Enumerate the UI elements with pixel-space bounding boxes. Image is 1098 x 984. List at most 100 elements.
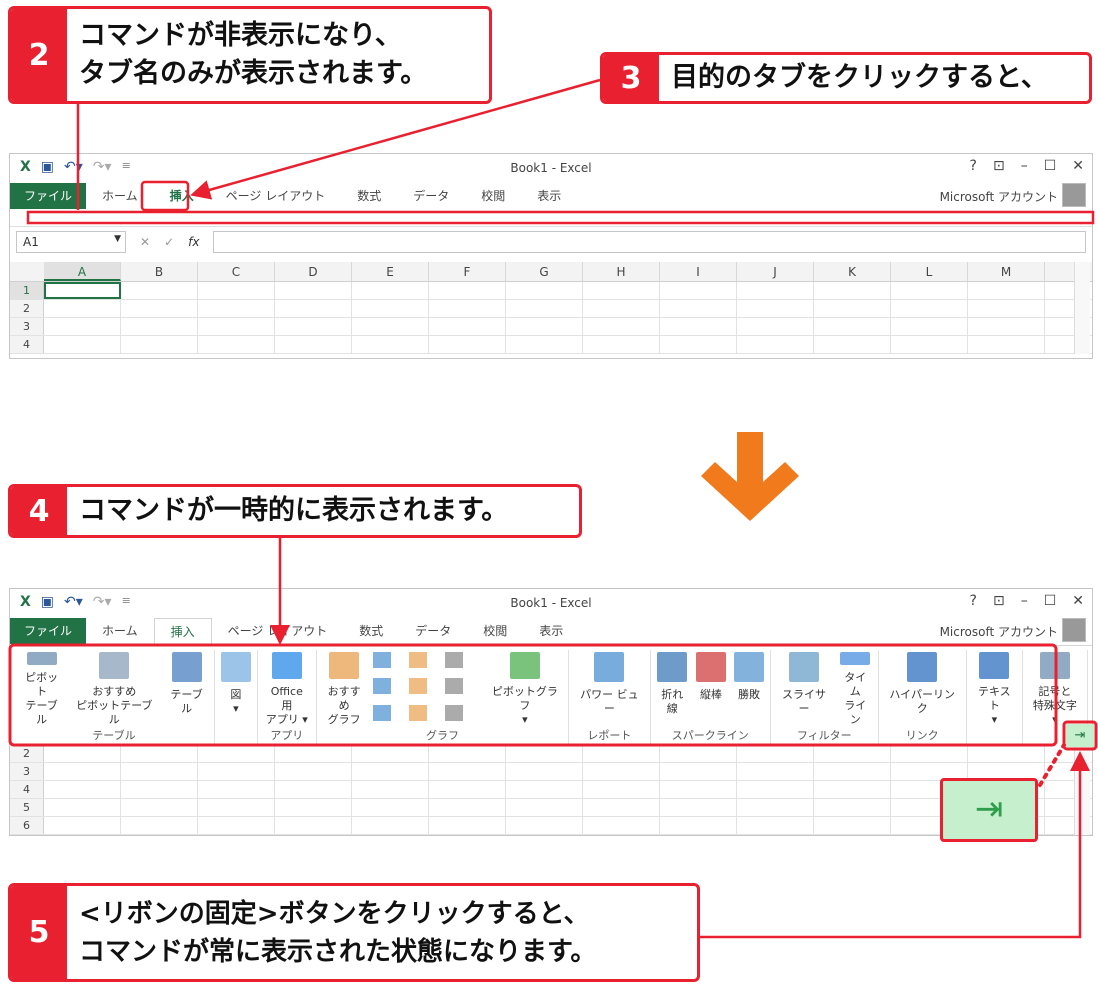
cell[interactable] [814,282,891,299]
cell[interactable] [352,318,429,335]
cell[interactable] [583,763,660,780]
tab-insert[interactable]: 挿入 [153,618,212,644]
cell[interactable] [814,817,891,834]
cell[interactable] [275,799,352,816]
column-header[interactable]: J [737,262,814,281]
ribbon-button[interactable]: おすすめ グラフ [319,650,370,727]
column-header[interactable]: H [583,262,660,281]
cell[interactable] [660,318,737,335]
column-header[interactable]: D [275,262,352,281]
tab-data[interactable]: データ [397,183,465,209]
cell[interactable] [275,817,352,834]
cell[interactable] [814,300,891,317]
tab-home[interactable]: ホーム [86,183,154,209]
column-header[interactable]: M [968,262,1045,281]
column-header[interactable]: A [44,262,121,281]
cell[interactable] [121,817,198,834]
cell[interactable] [506,300,583,317]
cell[interactable] [737,817,814,834]
help-icon[interactable]: ? [970,593,977,609]
tab-insert[interactable]: 挿入 [154,183,210,209]
cell[interactable] [198,336,275,353]
cell[interactable] [968,336,1045,353]
cell[interactable] [429,781,506,798]
cell[interactable] [44,745,121,762]
cell[interactable] [814,336,891,353]
cell[interactable] [121,336,198,353]
ribbon-button[interactable]: タイム ライン [835,650,875,727]
tab-formulas[interactable]: 数式 [341,183,397,209]
cell[interactable] [275,763,352,780]
column-header[interactable]: K [814,262,891,281]
cell[interactable] [275,282,352,299]
cell[interactable] [891,282,968,299]
close-icon[interactable]: ✕ [1072,593,1084,609]
cell[interactable] [198,300,275,317]
account-button[interactable]: Microsoft アカウント [940,623,1058,640]
ribbon-display-icon[interactable]: ⊡ [993,593,1005,609]
cell[interactable] [506,336,583,353]
avatar[interactable] [1062,183,1086,207]
cell[interactable] [583,282,660,299]
cell[interactable] [121,763,198,780]
cell[interactable] [814,799,891,816]
account-button[interactable]: Microsoft アカウント [940,188,1058,205]
cell[interactable] [968,282,1045,299]
cell[interactable] [44,318,121,335]
cell[interactable] [891,745,968,762]
cell[interactable] [891,300,968,317]
ribbon-button[interactable]: 縦棒 [692,650,730,727]
cell[interactable] [429,763,506,780]
cell[interactable] [352,745,429,762]
cell[interactable] [583,799,660,816]
cell[interactable] [121,781,198,798]
row-header[interactable]: 3 [10,763,44,780]
cell[interactable] [583,745,660,762]
tab-view[interactable]: 表示 [523,618,579,644]
cell[interactable] [737,799,814,816]
cell[interactable] [44,781,121,798]
cell[interactable] [198,763,275,780]
pin-ribbon-button[interactable]: ⇥ [1066,724,1094,747]
chart-type-icon[interactable] [373,704,392,721]
row-header[interactable]: 4 [10,781,44,798]
column-header[interactable]: F [429,262,506,281]
cell[interactable] [352,763,429,780]
cancel-icon[interactable]: ✕ [140,235,150,249]
cell[interactable] [429,336,506,353]
chart-type-icon[interactable] [373,678,392,695]
tab-review[interactable]: 校閲 [465,183,521,209]
cell[interactable] [968,318,1045,335]
cell[interactable] [121,318,198,335]
cell[interactable] [429,799,506,816]
cell[interactable] [737,763,814,780]
cell[interactable] [429,318,506,335]
cell[interactable] [660,817,737,834]
chart-type-icon[interactable] [409,704,428,721]
cell[interactable] [737,300,814,317]
cell[interactable] [891,318,968,335]
cell[interactable] [352,282,429,299]
tab-page-layout[interactable]: ページ レイアウト [210,183,342,209]
ribbon-button[interactable]: スライサー [773,650,835,727]
cell[interactable] [44,799,121,816]
cell[interactable] [737,745,814,762]
help-icon[interactable]: ? [970,158,977,174]
chart-type-icon[interactable] [373,652,392,668]
cell[interactable] [275,300,352,317]
cell[interactable] [275,336,352,353]
cell[interactable] [198,282,275,299]
tab-data[interactable]: データ [399,618,467,644]
cell[interactable] [968,300,1045,317]
cell[interactable] [506,817,583,834]
cell[interactable] [814,318,891,335]
column-header[interactable]: L [891,262,968,281]
cell[interactable] [660,745,737,762]
cell[interactable] [121,799,198,816]
column-header[interactable]: I [660,262,737,281]
tab-view[interactable]: 表示 [521,183,577,209]
cell[interactable] [583,336,660,353]
cell[interactable] [429,745,506,762]
cell[interactable] [44,817,121,834]
cell[interactable] [506,799,583,816]
